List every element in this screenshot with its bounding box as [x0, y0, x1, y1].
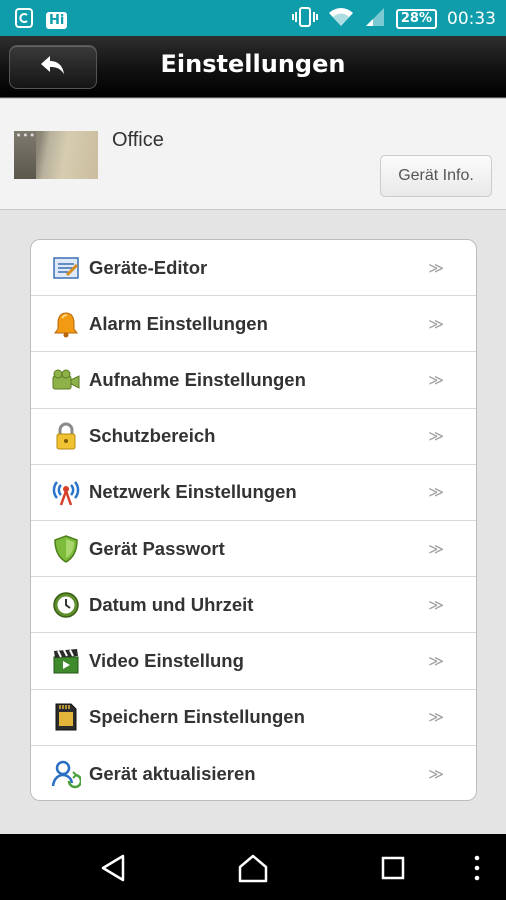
- chevron-right-icon: ≫: [428, 539, 444, 558]
- wifi-icon: [328, 6, 354, 32]
- settings-item-speichern[interactable]: Speichern Einstellungen ≫: [31, 690, 476, 746]
- chevron-right-icon: ≫: [428, 258, 444, 277]
- settings-item-datum[interactable]: Datum und Uhrzeit ≫: [31, 577, 476, 634]
- settings-item-label: Aufnahme Einstellungen: [89, 368, 306, 390]
- title-bar: Einstellungen: [0, 36, 506, 98]
- settings-item-label: Schutzbereich: [89, 425, 216, 447]
- recents-icon[interactable]: [376, 851, 410, 885]
- settings-item-label: Gerät aktualisieren: [89, 762, 256, 784]
- update-user-icon: [51, 759, 81, 789]
- chevron-right-icon: ≫: [428, 370, 444, 389]
- settings-list: Geräte-Editor ≫ Alarm Einstellungen ≫ Au…: [30, 239, 477, 801]
- overflow-menu-icon[interactable]: [460, 851, 494, 885]
- clock-icon: [51, 590, 81, 620]
- chevron-right-icon: ≫: [428, 427, 444, 446]
- settings-item-label: Speichern Einstellungen: [89, 706, 305, 728]
- navigation-bar: [0, 834, 506, 900]
- home-icon[interactable]: [236, 851, 270, 885]
- settings-item-geraete-editor[interactable]: Geräte-Editor ≫: [31, 240, 476, 297]
- signal-icon: [364, 6, 386, 32]
- camcorder-icon: [51, 365, 81, 395]
- sd-card-icon: [51, 702, 81, 732]
- settings-item-passwort[interactable]: Gerät Passwort ≫: [31, 521, 476, 578]
- device-name: Office: [112, 129, 164, 151]
- device-info-button[interactable]: Gerät Info.: [380, 155, 492, 197]
- chevron-right-icon: ≫: [428, 483, 444, 502]
- shield-icon: [51, 534, 81, 564]
- chevron-right-icon: ≫: [428, 595, 444, 614]
- clock-time: 00:33: [447, 9, 496, 29]
- settings-item-aktualisieren[interactable]: Gerät aktualisieren ≫: [31, 746, 476, 800]
- settings-item-aufnahme[interactable]: Aufnahme Einstellungen ≫: [31, 352, 476, 409]
- chevron-right-icon: ≫: [428, 651, 444, 670]
- bell-icon: [51, 309, 81, 339]
- settings-item-alarm[interactable]: Alarm Einstellungen ≫: [31, 296, 476, 353]
- settings-item-label: Video Einstellung: [89, 649, 244, 671]
- editor-icon: [51, 253, 81, 283]
- page-title: Einstellungen: [160, 50, 346, 78]
- clapperboard-icon: [51, 646, 81, 676]
- camera-thumbnail[interactable]: [14, 131, 98, 179]
- chevron-right-icon: ≫: [428, 764, 444, 783]
- vibrate-icon: [291, 6, 318, 32]
- settings-item-video[interactable]: Video Einstellung ≫: [31, 633, 476, 690]
- chevron-right-icon: ≫: [428, 708, 444, 727]
- status-bar: Hi 28% 00:33: [0, 0, 506, 36]
- settings-item-label: Netzwerk Einstellungen: [89, 481, 297, 503]
- lock-icon: [51, 421, 81, 451]
- settings-item-label: Datum und Uhrzeit: [89, 593, 254, 615]
- chevron-right-icon: ≫: [428, 314, 444, 333]
- hi-app-icon: Hi: [46, 11, 68, 29]
- notification-icon: [14, 7, 34, 33]
- settings-item-netzwerk[interactable]: Netzwerk Einstellungen ≫: [31, 465, 476, 521]
- settings-item-label: Gerät Passwort: [89, 537, 225, 559]
- back-triangle-icon[interactable]: [96, 851, 130, 885]
- device-header: Office Gerät Info.: [0, 98, 506, 210]
- battery-icon: 28%: [395, 9, 437, 29]
- settings-item-schutzbereich[interactable]: Schutzbereich ≫: [31, 409, 476, 465]
- antenna-icon: [51, 477, 81, 507]
- settings-item-label: Geräte-Editor: [89, 256, 208, 278]
- settings-item-label: Alarm Einstellungen: [89, 312, 268, 334]
